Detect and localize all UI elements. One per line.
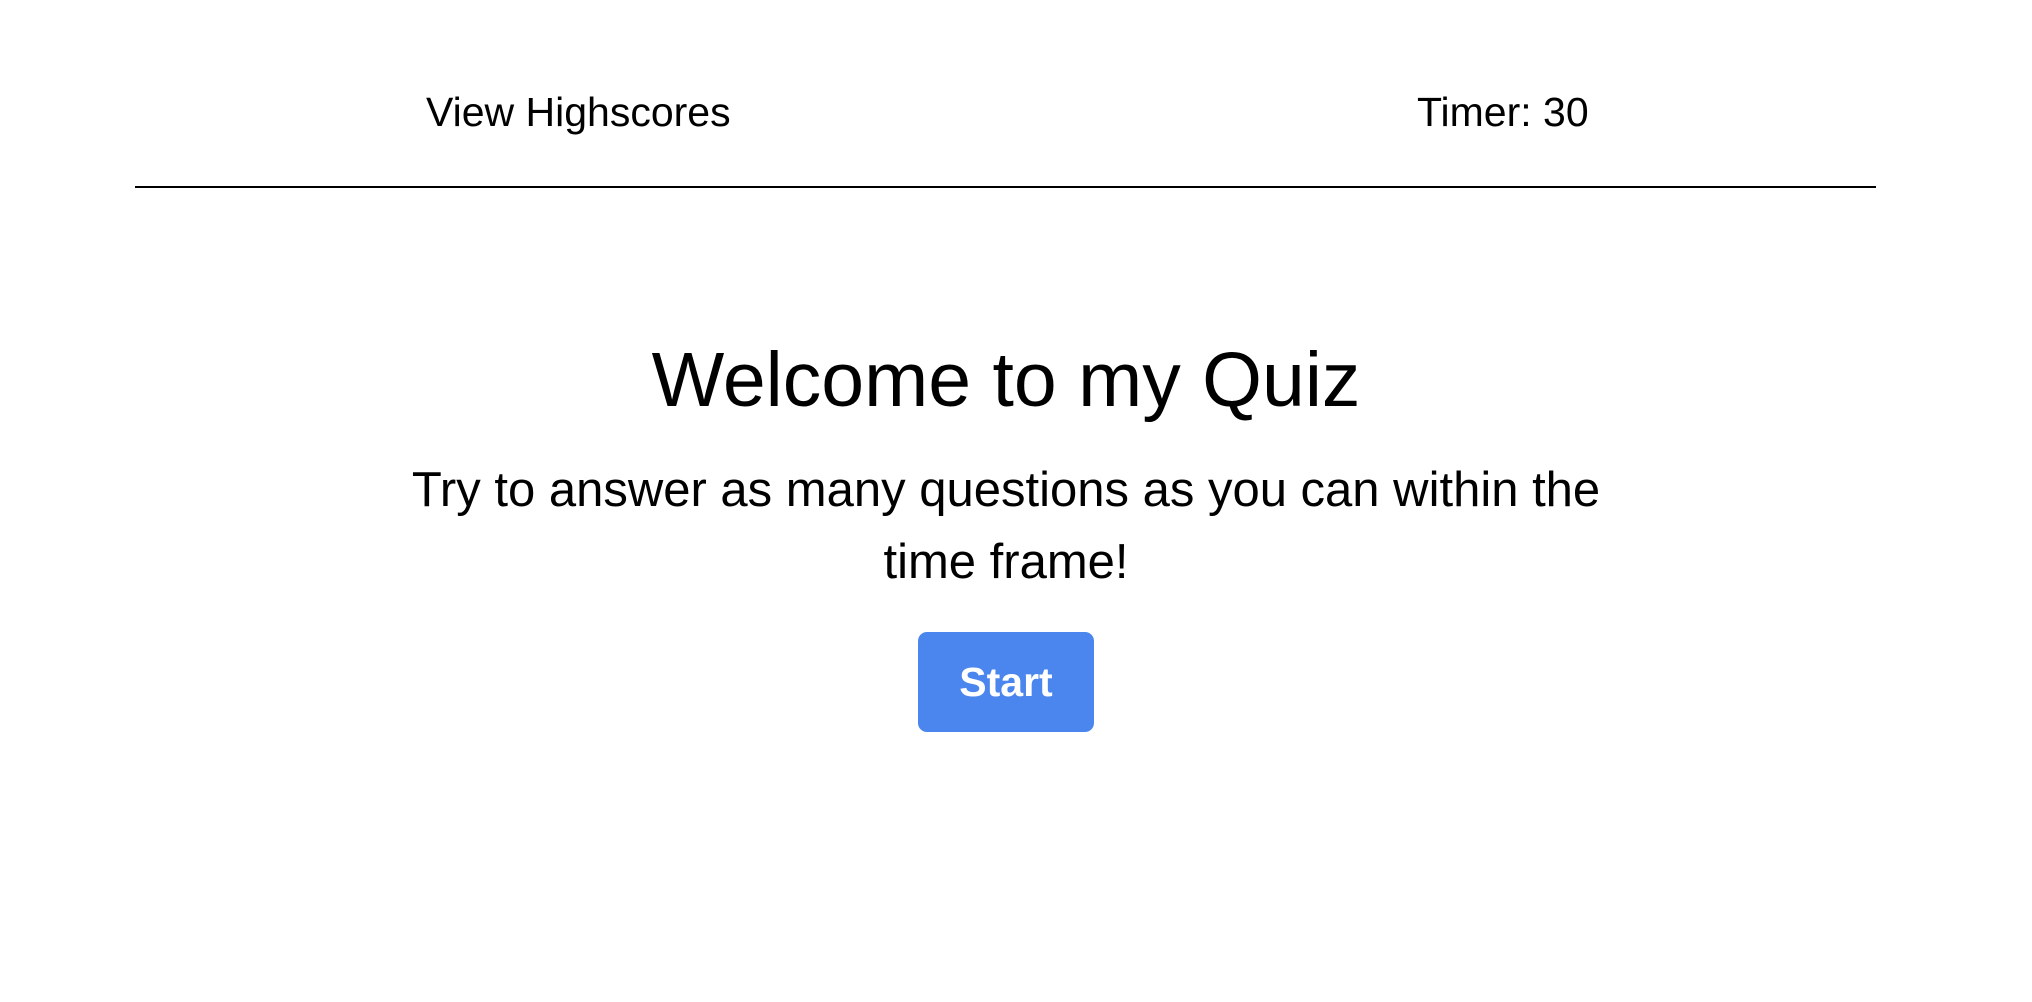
welcome-section: Welcome to my Quiz Try to answer as many… <box>0 330 2012 732</box>
view-highscores-link[interactable]: View Highscores <box>426 86 731 138</box>
start-button[interactable]: Start <box>918 632 1094 732</box>
timer-display: Timer: 30 <box>1417 89 1589 135</box>
page-title: Welcome to my Quiz <box>651 337 1361 423</box>
quiz-page: View Highscores Timer: 30 Welcome to my … <box>0 0 2032 1002</box>
instructions-text: Try to answer as many questions as you c… <box>411 463 1601 589</box>
header-bar: View Highscores Timer: 30 <box>0 0 2032 188</box>
header-divider <box>135 186 1876 188</box>
